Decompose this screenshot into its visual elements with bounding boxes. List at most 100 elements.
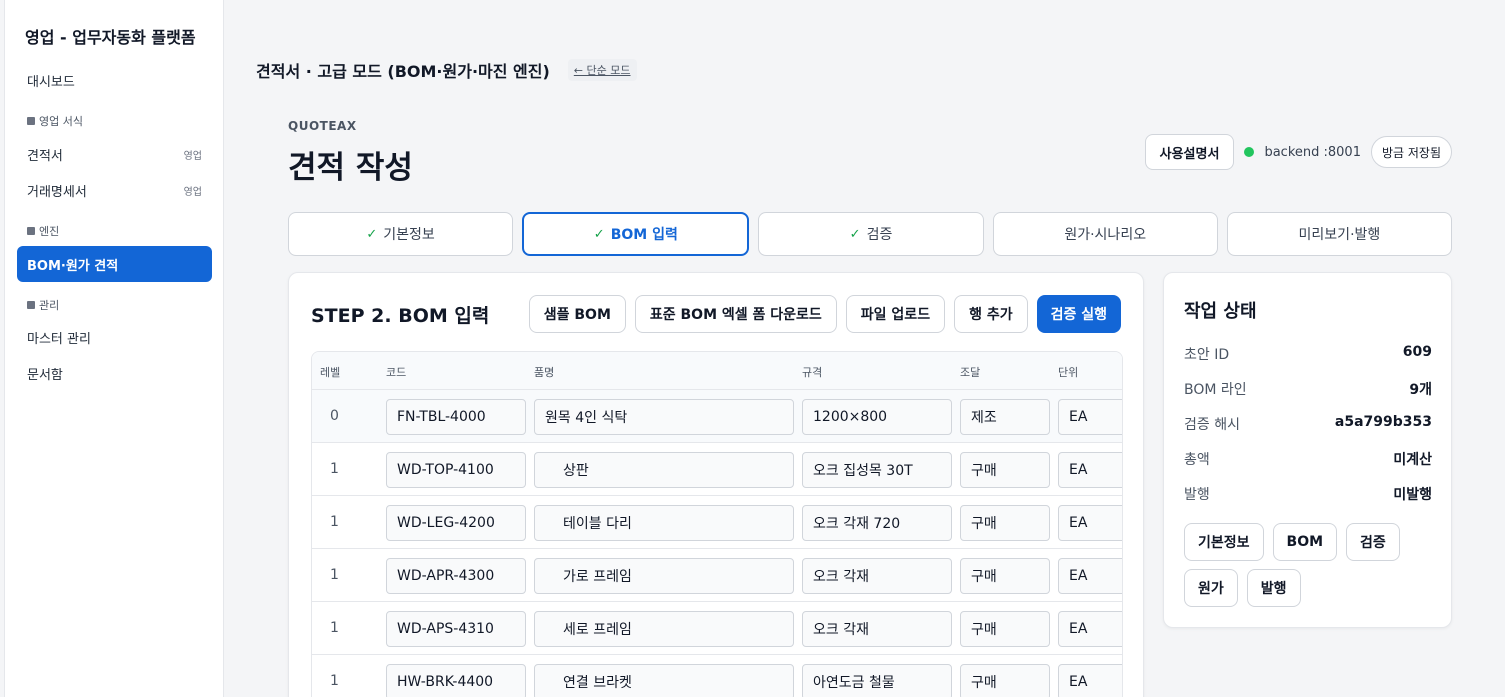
spec-input[interactable]: 오크 집성목 30T — [802, 452, 952, 488]
column-header-unit: 단위 — [1058, 366, 1079, 379]
item-name-input[interactable]: 가로 프레임 — [534, 558, 794, 594]
unit-input[interactable]: EA — [1058, 452, 1122, 488]
tab-label: 검증 — [866, 227, 893, 243]
status-field-bom-lines: BOM 라인 9개 — [1184, 379, 1432, 399]
square-icon — [27, 227, 35, 235]
unit-input[interactable]: EA — [1058, 611, 1122, 647]
item-name-input[interactable]: 상판 — [534, 452, 794, 488]
code-input[interactable]: WD-APS-4310 — [386, 611, 526, 647]
column-header-code: 코드 — [386, 366, 407, 379]
column-header-spec: 규격 — [802, 366, 823, 379]
level-cell: 1 — [330, 461, 339, 477]
code-input[interactable]: FN-TBL-4000 — [386, 399, 526, 435]
tab-validation[interactable]: ✓ 검증 — [758, 212, 984, 256]
spec-input[interactable]: 오크 각재 720 — [802, 505, 952, 541]
table-row: 1 WD-APR-4300 가로 프레임 오크 각재 구매 EA — [312, 549, 1122, 602]
field-value: 미발행 — [1393, 487, 1432, 503]
procurement-select[interactable]: 구매 — [960, 452, 1050, 488]
status-dot-icon — [1244, 147, 1255, 157]
field-key: BOM 라인 — [1184, 382, 1247, 398]
bom-card: STEP 2. BOM 입력 샘플 BOM 표준 BOM 엑셀 폼 다운로드 파… — [288, 272, 1144, 697]
step-tabs: ✓ 기본정보 ✓ BOM 입력 ✓ 검증 원가·시나리오 미리보기·발행 — [288, 212, 1453, 256]
table-row: 0 FN-TBL-4000 원목 4인 식탁 1200×800 제조 EA — [312, 390, 1122, 443]
spec-input[interactable]: 1200×800 — [802, 399, 952, 435]
sidebar-item-label: 견적서 — [27, 148, 63, 164]
status-field-draft-id: 초안 ID 609 — [1184, 344, 1432, 364]
square-icon — [27, 117, 35, 125]
page-title: 견적 작성 — [288, 150, 413, 186]
run-validation-button[interactable]: 검증 실행 — [1036, 295, 1121, 333]
section-label: 엔진 — [39, 225, 60, 238]
upload-file-button[interactable]: 파일 업로드 — [845, 295, 946, 333]
sidebar-item-statement[interactable]: 거래명세서 영업 — [17, 172, 212, 208]
tab-cost-scenario[interactable]: 원가·시나리오 — [992, 212, 1218, 256]
level-cell: 1 — [330, 567, 339, 583]
unit-input[interactable]: EA — [1058, 399, 1122, 435]
tab-bom-input[interactable]: ✓ BOM 입력 — [522, 212, 750, 256]
procurement-select[interactable]: 구매 — [960, 611, 1050, 647]
status-field-hash: 검증 해시 a5a799b353 — [1184, 414, 1432, 434]
status-chips: 기본정보 BOM 검증 원가 발행 — [1184, 523, 1434, 607]
manual-button[interactable]: 사용설명서 — [1144, 134, 1235, 170]
chip-cost[interactable]: 원가 — [1184, 569, 1238, 607]
download-template-button[interactable]: 표준 BOM 엑셀 폼 다운로드 — [634, 295, 837, 333]
check-icon: ✓ — [593, 226, 605, 242]
status-panel: 작업 상태 초안 ID 609 BOM 라인 9개 검증 해시 a5a799b3… — [1163, 272, 1452, 628]
code-input[interactable]: WD-LEG-4200 — [386, 505, 526, 541]
status-field-total: 총액 미계산 — [1184, 449, 1432, 469]
sample-bom-button[interactable]: 샘플 BOM — [528, 295, 626, 333]
table-row: 1 WD-LEG-4200 테이블 다리 오크 각재 720 구매 EA — [312, 496, 1122, 549]
sidebar-item-label: BOM·원가 견적 — [27, 258, 119, 274]
sidebar-item-docs[interactable]: 문서함 — [17, 355, 212, 391]
field-key: 검증 해시 — [1184, 417, 1240, 433]
sidebar-item-quote[interactable]: 견적서 영업 — [17, 136, 212, 172]
sidebar-item-master[interactable]: 마스터 관리 — [17, 319, 212, 355]
level-cell: 1 — [330, 673, 339, 689]
chip-validation[interactable]: 검증 — [1346, 523, 1400, 561]
field-value: 미계산 — [1393, 452, 1432, 468]
sidebar-section-engine: 엔진 — [27, 223, 59, 239]
eyebrow-label: QUOTEAX — [288, 119, 357, 133]
sidebar-item-bom-cost[interactable]: BOM·원가 견적 — [17, 246, 212, 282]
code-input[interactable]: WD-TOP-4100 — [386, 452, 526, 488]
simple-mode-link[interactable]: ← 단순 모드 — [567, 59, 637, 81]
unit-input[interactable]: EA — [1058, 664, 1122, 697]
spec-input[interactable]: 오크 각재 — [802, 558, 952, 594]
sidebar: 영업 - 업무자동화 플랫폼 대시보드 영업 서식 견적서 영업 거래명세서 영… — [4, 0, 224, 697]
chip-bom[interactable]: BOM — [1272, 523, 1338, 561]
spec-input[interactable]: 오크 각재 — [802, 611, 952, 647]
tab-preview-publish[interactable]: 미리보기·발행 — [1226, 212, 1453, 256]
sidebar-item-tag: 영업 — [183, 186, 202, 198]
spec-input[interactable]: 아연도금 철물 — [802, 664, 952, 697]
item-name-input[interactable]: 세로 프레임 — [534, 611, 794, 647]
section-label: 관리 — [39, 299, 60, 312]
item-name-input[interactable]: 연결 브라켓 — [534, 664, 794, 697]
section-label: 영업 서식 — [39, 115, 83, 128]
sidebar-item-label: 마스터 관리 — [27, 331, 91, 347]
sidebar-item-label: 문서함 — [27, 367, 63, 383]
tab-basic-info[interactable]: ✓ 기본정보 — [288, 212, 514, 256]
bom-actions: 샘플 BOM 표준 BOM 엑셀 폼 다운로드 파일 업로드 행 추가 검증 실… — [528, 295, 1121, 333]
item-name-input[interactable]: 테이블 다리 — [534, 505, 794, 541]
procurement-select[interactable]: 제조 — [960, 399, 1050, 435]
procurement-select[interactable]: 구매 — [960, 558, 1050, 594]
field-key: 총액 — [1184, 452, 1210, 468]
sidebar-item-dashboard[interactable]: 대시보드 — [17, 62, 212, 98]
procurement-select[interactable]: 구매 — [960, 664, 1050, 697]
chip-publish[interactable]: 발행 — [1246, 569, 1301, 607]
chip-basic-info[interactable]: 기본정보 — [1184, 523, 1264, 561]
table-body: 0 FN-TBL-4000 원목 4인 식탁 1200×800 제조 EA 1 WD-TOP-… — [312, 390, 1122, 697]
code-input[interactable]: WD-APR-4300 — [386, 558, 526, 594]
saved-badge: 방금 저장됨 — [1370, 136, 1452, 168]
level-cell: 1 — [330, 620, 339, 636]
unit-input[interactable]: EA — [1058, 505, 1122, 541]
code-input[interactable]: HW-BRK-4400 — [386, 664, 526, 697]
sidebar-item-tag: 영업 — [183, 150, 202, 162]
add-row-button[interactable]: 행 추가 — [954, 295, 1028, 333]
procurement-select[interactable]: 구매 — [960, 505, 1050, 541]
bom-table: 레벨 코드 품명 규격 조달 단위 0 FN-TBL-4000 원목 4인 식탁 12… — [311, 351, 1123, 697]
unit-input[interactable]: EA — [1058, 558, 1122, 594]
item-name-input[interactable]: 원목 4인 식탁 — [534, 399, 794, 435]
status-title: 작업 상태 — [1184, 301, 1257, 322]
backend-status: backend :8001 — [1264, 144, 1361, 160]
